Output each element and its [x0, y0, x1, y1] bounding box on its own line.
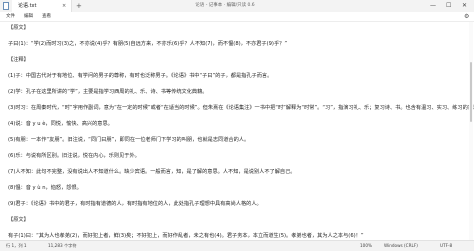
text-line: (2)学：孔子在这里所讲的“学”，主要是指学习西周的礼、乐、诗、书等传统文化典籍… [8, 89, 208, 95]
status-bar: 行 1，列 1 11,283 个字符 100% Windows (CRLF) U… [0, 240, 474, 251]
new-tab-button[interactable]: + [76, 1, 82, 11]
text-line: 【原文】 [8, 217, 29, 223]
menu-bar: 文件 编辑 查看 ⚙ [0, 12, 474, 22]
text-line: 【原文】 [8, 25, 29, 31]
menu-edit[interactable]: 编辑 [24, 13, 33, 20]
scrollbar-thumb[interactable] [470, 62, 472, 122]
text-line: (6)乐：与说有所区别。旧注说，悦在内心，乐则见于外。 [8, 153, 140, 159]
window-title: 论语 - 记事本 · 编辑/只读 0.6 [195, 3, 255, 8]
tab-close-icon[interactable]: × [62, 2, 66, 10]
text-line: (8)愠：音 y ù n，恼怒，怨恨。 [8, 185, 82, 191]
tab-file[interactable]: 论语.txt × [12, 0, 72, 12]
text-line: (3)时习：在周秦时代，“时”字用作副词，意为“在一定的时候”或者“在适当的时候… [8, 105, 474, 111]
text-line: 【注释】 [8, 57, 29, 63]
notepad-icon [3, 2, 9, 10]
menu-view[interactable]: 查看 [42, 13, 51, 20]
text-line: (7)人不知：此句不完整，没有说出人不知道什么。缺少宾语。一般而言，知，是了解的… [8, 169, 296, 175]
vertical-scrollbar[interactable] [469, 22, 473, 240]
text-line: 有子(1)曰：“其为人也孝弟(2)，而好犯上者，鲜(3)矣；不好犯上，而好作乱者… [8, 233, 364, 239]
gear-icon[interactable]: ⚙ [464, 13, 469, 20]
tab-title: 论语.txt [18, 3, 37, 9]
text-line: (5)有朋：一本作“友朋”。旧注说，“同门曰朋”，即同在一位老师门下学习的叫朋，… [8, 137, 250, 143]
text-line: (4)说：音 y u è，同悦，愉快、高兴的意思。 [8, 121, 113, 127]
line-ending[interactable]: Windows (CRLF) [384, 243, 418, 249]
text-line: 子曰(1)：“学(2)而时习(3)之，不亦说(4)乎？有朋(5)自远方来，不亦乐… [8, 41, 288, 47]
zoom-level[interactable]: 100% [360, 243, 372, 249]
encoding[interactable]: UTF-8 [440, 243, 452, 249]
minimize-button[interactable]: — [430, 1, 436, 11]
close-button[interactable]: ✕ [462, 1, 467, 11]
menu-file[interactable]: 文件 [6, 13, 15, 20]
cursor-position: 行 1，列 1 [6, 243, 27, 248]
text-line: (1)子：中国古代对于有地位、有学问的男子的尊称，有时也泛称男子。《论语》书中“… [8, 73, 273, 79]
char-count: 11,283 个字符 [48, 243, 77, 248]
text-line: (9)君子：《论语》书中的君子，有时指有道德的人，有时指有地位的人，此处指孔子理… [8, 201, 262, 207]
maximize-button[interactable]: ☐ [446, 1, 451, 11]
text-editor[interactable]: 【原文】 子曰(1)：“学(2)而时习(3)之，不亦说(4)乎？有朋(5)自远方… [0, 22, 474, 240]
